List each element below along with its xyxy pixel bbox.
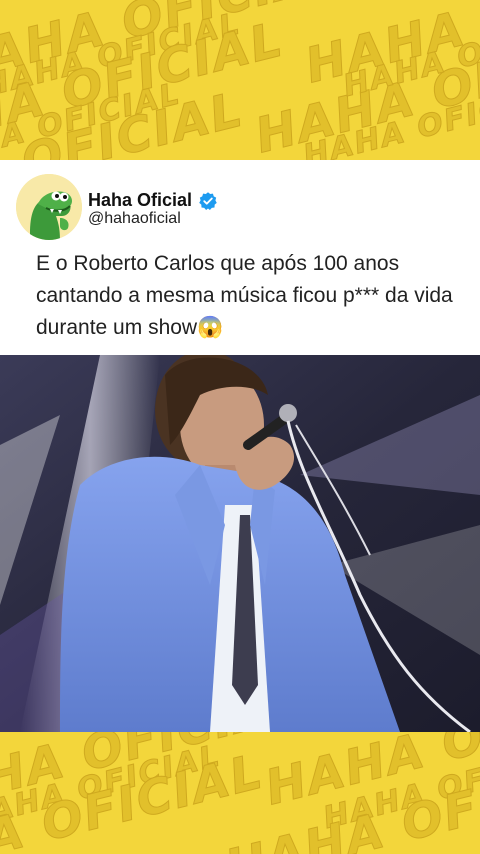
watermark-pattern-bottom: HAHA OFICIAL HAHA OFICIAL HAHA OFICIAL H… (0, 732, 480, 854)
post-text: E o Roberto Carlos que após 100 anos can… (36, 252, 453, 339)
video-frame[interactable] (0, 355, 480, 732)
post-card: Haha Oficial @hahaoficial E o Roberto Ca… (0, 160, 480, 355)
dinosaur-avatar-icon (16, 174, 82, 240)
user-handle[interactable]: @hahaoficial (88, 210, 181, 228)
singer-video-image (0, 355, 480, 732)
author-row: Haha Oficial (88, 190, 218, 211)
watermark-pattern-top: HAHA OFICIAL HAHA OFICIAL HAHA OFICIAL H… (0, 0, 480, 160)
verified-badge-icon (199, 191, 217, 210)
avatar[interactable] (16, 174, 82, 240)
display-name[interactable]: Haha Oficial (88, 190, 192, 211)
